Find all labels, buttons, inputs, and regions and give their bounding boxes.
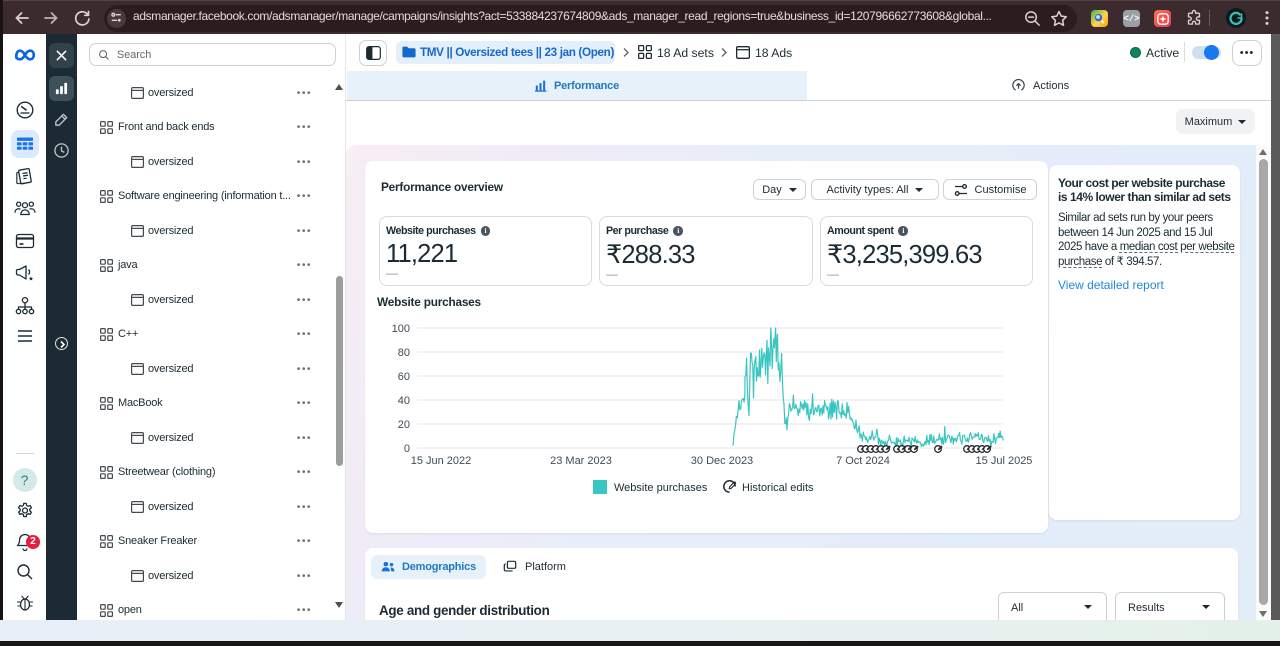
svg-text:15 Jun 2022: 15 Jun 2022 [411, 455, 472, 467]
svg-text:0: 0 [404, 443, 410, 455]
svg-text:60: 60 [398, 371, 410, 383]
svg-text:23 Mar 2023: 23 Mar 2023 [550, 455, 612, 467]
svg-text:80: 80 [398, 347, 410, 359]
svg-text:20: 20 [398, 419, 410, 431]
svg-text:15 Jul 2025: 15 Jul 2025 [976, 455, 1033, 467]
svg-text:40: 40 [398, 395, 410, 407]
svg-text:100: 100 [392, 323, 410, 335]
svg-text:30 Dec 2023: 30 Dec 2023 [691, 455, 753, 467]
svg-text:7 Oct 2024: 7 Oct 2024 [836, 455, 890, 467]
